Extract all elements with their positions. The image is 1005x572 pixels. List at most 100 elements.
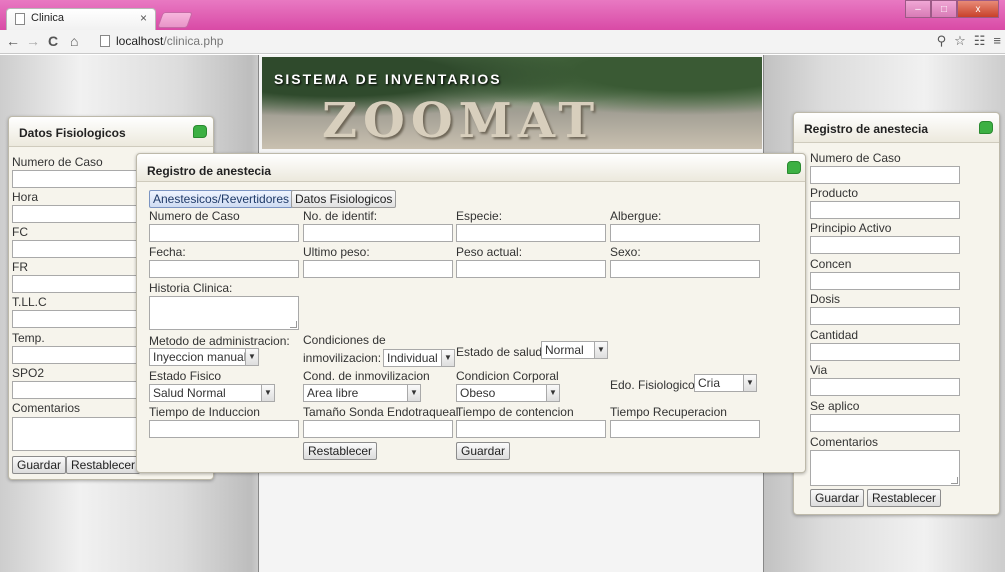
select-value: Cria	[698, 376, 721, 390]
field-label: Tiempo Recuperacion	[610, 405, 727, 419]
condicion-corporal-label: Condicion Corporal	[456, 369, 559, 383]
dialog-title: Registro de anestecia	[147, 164, 272, 178]
forward-icon[interactable]: →	[26, 33, 40, 49]
browser-tab[interactable]: Clinica ×	[6, 8, 156, 30]
chevron-down-icon: ▼	[245, 349, 258, 365]
via-input[interactable]	[810, 378, 960, 396]
historia-label: Historia Clinica:	[149, 281, 233, 295]
cantidad-input[interactable]	[810, 343, 960, 361]
metodo-label: Metodo de administracion:	[149, 334, 290, 348]
comments-textarea[interactable]	[810, 450, 960, 486]
condiciones-label: inmovilizacion:	[303, 351, 382, 365]
header-banner: ZOOMAT SISTEMA DE INVENTARIOS	[262, 57, 762, 149]
field-label: Se aplico	[810, 399, 860, 413]
reset-button[interactable]: Restablecer	[867, 489, 942, 507]
url-path: /clinica.php	[163, 34, 224, 48]
chevron-down-icon: ▼	[441, 350, 454, 366]
menu-icon[interactable]: ≡	[993, 33, 1001, 49]
peso-actual-input[interactable]	[456, 260, 606, 278]
field-label: Temp.	[12, 331, 45, 345]
new-tab-button[interactable]	[157, 12, 193, 28]
field-label: Especie:	[456, 209, 503, 223]
field-label: Numero de Caso	[810, 151, 901, 165]
comments-label: Comentarios	[12, 401, 81, 415]
chat-bubble-icon[interactable]	[787, 161, 801, 174]
field-label: Sexo:	[610, 245, 641, 259]
field-label: Producto	[810, 186, 859, 200]
no-identif-input[interactable]	[303, 224, 453, 242]
back-icon[interactable]: ←	[6, 33, 20, 49]
maximize-button[interactable]: □	[931, 0, 957, 18]
save-button[interactable]: Guardar	[12, 456, 67, 474]
extension-icon[interactable]: ☷	[974, 33, 986, 49]
select-value: Obeso	[460, 386, 496, 400]
numero-caso-input[interactable]	[810, 166, 960, 184]
producto-input[interactable]	[810, 201, 960, 219]
field-label: Cantidad	[810, 328, 859, 342]
panel-header: Registro de anestecia	[794, 113, 999, 143]
select-value: Individual	[387, 351, 438, 365]
panel-header: Datos Fisiologicos	[9, 117, 213, 147]
bookmark-star-icon[interactable]: ☆	[954, 33, 966, 49]
page-icon	[100, 35, 110, 47]
cond-inmov-select[interactable]: Area libre ▼	[303, 384, 421, 402]
select-value: Salud Normal	[153, 386, 226, 400]
sexo-input[interactable]	[610, 260, 760, 278]
close-window-button[interactable]: x	[957, 0, 999, 18]
minimize-button[interactable]: –	[905, 0, 931, 18]
tiempo-contencion-input[interactable]	[456, 420, 606, 438]
tab-anestesicos[interactable]: Anestesicos/Revertidores	[149, 190, 294, 208]
tiempo-recuperacion-input[interactable]	[610, 420, 760, 438]
zoom-icon[interactable]: ⚲	[937, 33, 947, 49]
field-label: FC	[12, 225, 28, 239]
select-value: Area libre	[307, 386, 359, 400]
chevron-down-icon: ▼	[546, 385, 559, 401]
numero-caso-input[interactable]	[149, 224, 299, 242]
reset-button[interactable]: Restablecer	[303, 442, 378, 460]
home-icon[interactable]: ⌂	[70, 33, 78, 49]
select-value: Normal	[545, 343, 584, 357]
chevron-down-icon: ▼	[594, 342, 607, 358]
chat-bubble-icon[interactable]	[193, 125, 207, 138]
condicion-corporal-select[interactable]: Obeso ▼	[456, 384, 560, 402]
albergue-input[interactable]	[610, 224, 760, 242]
tiempo-induccion-input[interactable]	[149, 420, 299, 438]
banner-title: SISTEMA DE INVENTARIOS	[274, 71, 502, 87]
especie-input[interactable]	[456, 224, 606, 242]
main-dialog-registro-anestecia: Registro de anestecia Anestesicos/Revert…	[136, 153, 806, 473]
estado-fisico-select[interactable]: Salud Normal ▼	[149, 384, 275, 402]
chat-bubble-icon[interactable]	[979, 121, 993, 134]
dialog-header[interactable]: Registro de anestecia	[137, 154, 805, 182]
condiciones-select[interactable]: Individual ▼	[383, 349, 455, 367]
tamano-sonda-input[interactable]	[303, 420, 453, 438]
save-button[interactable]: Guardar	[456, 442, 511, 460]
comments-label: Comentarios	[810, 435, 879, 449]
tab-datos-fisiologicos[interactable]: Datos Fisiologicos	[291, 190, 397, 208]
field-label: No. de identif:	[303, 209, 378, 223]
dosis-input[interactable]	[810, 307, 960, 325]
browser-tabstrip: Clinica × – □ x	[0, 0, 1005, 30]
reload-icon[interactable]: C	[48, 33, 58, 49]
chevron-down-icon: ▼	[407, 385, 420, 401]
tab-close-icon[interactable]: ×	[140, 11, 147, 25]
tab-title: Clinica	[31, 12, 65, 24]
field-label: Ultimo peso:	[303, 245, 370, 259]
reset-button[interactable]: Restablecer	[66, 456, 141, 474]
field-label: Peso actual:	[456, 245, 523, 259]
fecha-input[interactable]	[149, 260, 299, 278]
estado-salud-select[interactable]: Normal ▼	[541, 341, 608, 359]
historia-textarea[interactable]	[149, 296, 299, 330]
field-label: FR	[12, 260, 28, 274]
field-label: Tamaño Sonda Endotraqueal	[303, 405, 459, 419]
field-label: Hora	[12, 190, 39, 204]
se-aplico-input[interactable]	[810, 414, 960, 432]
concen-input[interactable]	[810, 272, 960, 290]
address-bar[interactable]: localhost/clinica.php	[96, 33, 996, 51]
field-label: Numero de Caso	[149, 209, 240, 223]
edo-fisiologico-select[interactable]: Cria ▼	[694, 374, 757, 392]
metodo-select[interactable]: Inyeccion manual ▼	[149, 348, 259, 366]
principio-activo-input[interactable]	[810, 236, 960, 254]
estado-salud-label: Estado de salud:	[456, 345, 546, 359]
ultimo-peso-input[interactable]	[303, 260, 453, 278]
save-button[interactable]: Guardar	[810, 489, 865, 507]
